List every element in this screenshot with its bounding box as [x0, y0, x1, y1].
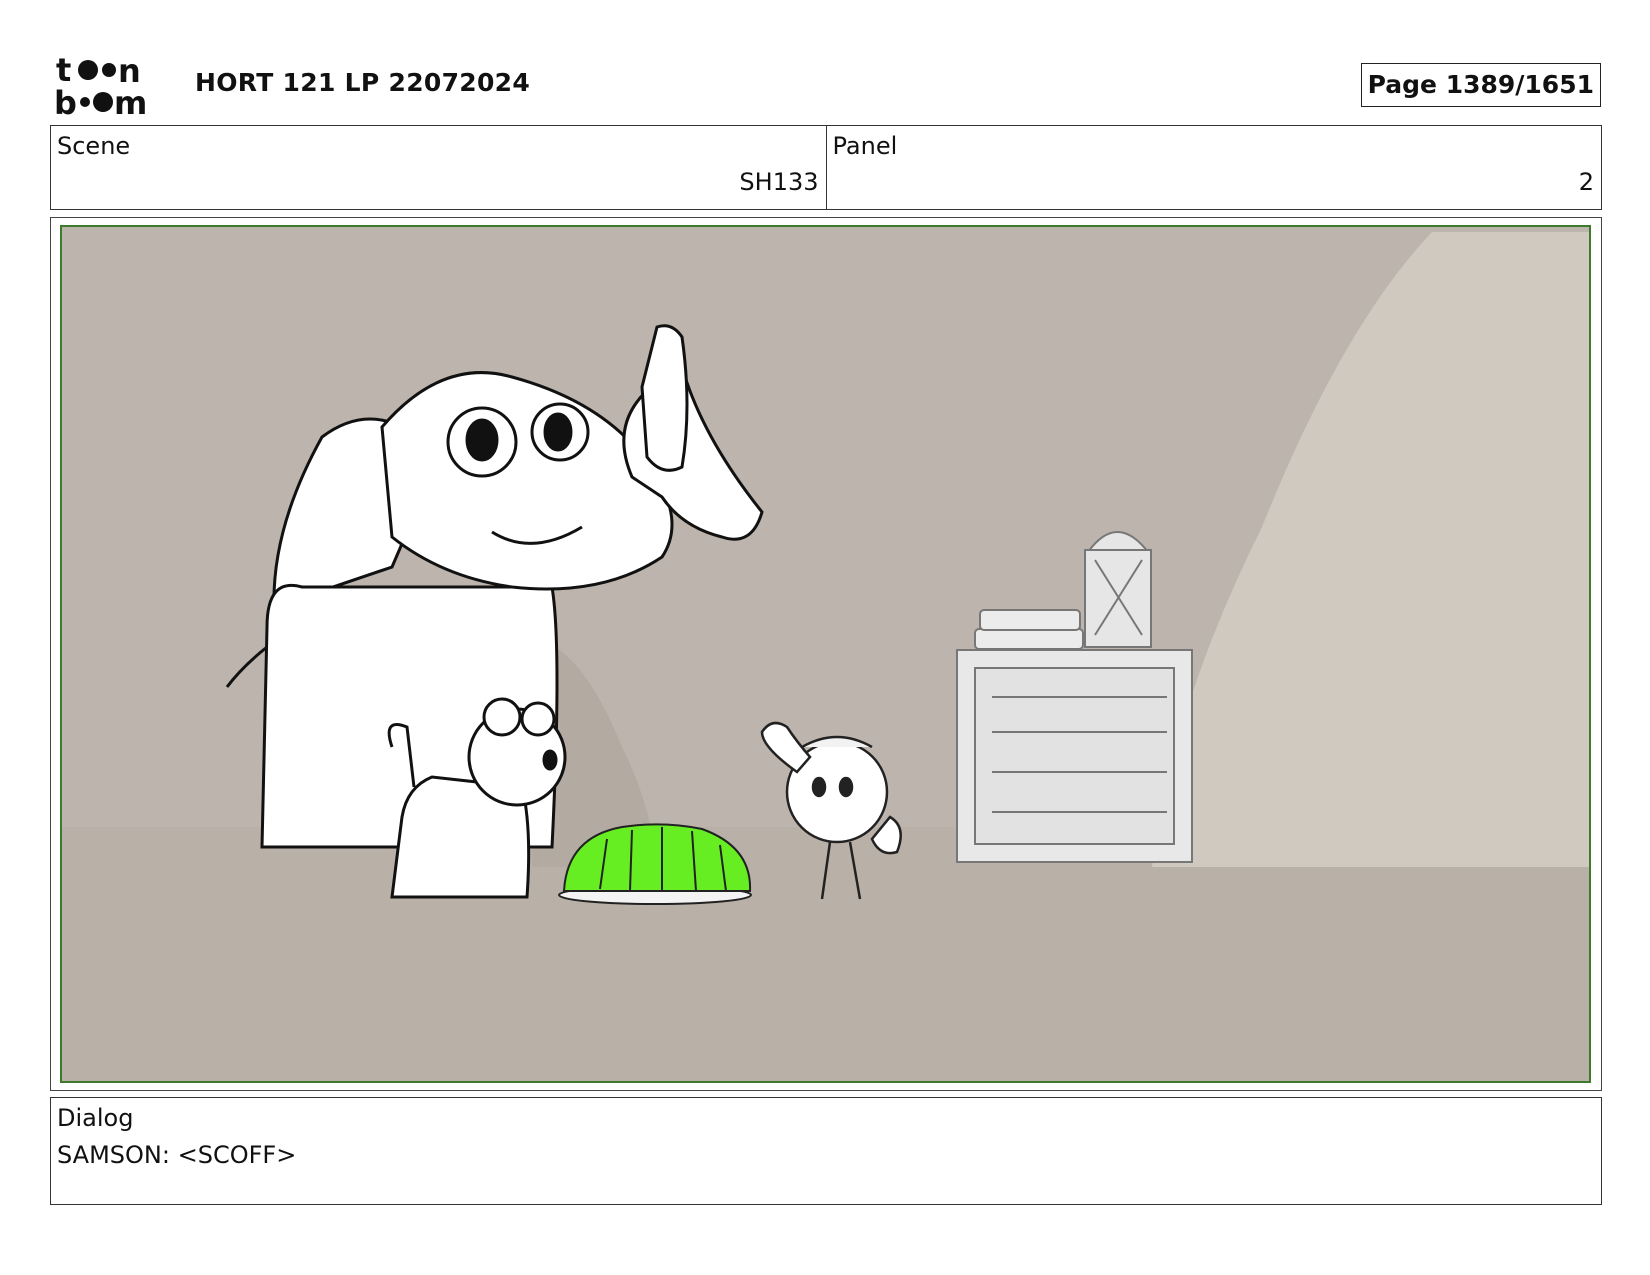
scene-panel-row: Scene SH133 Panel 2	[50, 125, 1602, 210]
dialog-label: Dialog	[57, 1104, 134, 1132]
panel-value: 2	[1578, 168, 1594, 196]
panel-label: Panel	[832, 132, 898, 160]
storyboard-panel	[50, 217, 1602, 1091]
scene-value: SH133	[739, 168, 819, 196]
page-number: Page 1389/1651	[1360, 63, 1601, 107]
svg-text:b: b	[54, 84, 77, 116]
svg-text:m: m	[114, 84, 147, 116]
dialog-box: Dialog SAMSON: <SCOFF>	[50, 1097, 1602, 1205]
scene-cell: Scene SH133	[51, 126, 826, 209]
panel-artwork	[60, 225, 1591, 1083]
scene-label: Scene	[57, 132, 131, 160]
panel-illustration	[62, 227, 1589, 1081]
document-title: HORT 121 LP 22072024	[195, 68, 531, 97]
dialog-text: SAMSON: <SCOFF>	[57, 1141, 297, 1169]
books	[974, 609, 1084, 650]
crate	[956, 649, 1193, 863]
lantern	[1084, 531, 1152, 648]
toon-boom-logo: t n b m	[54, 54, 147, 116]
panel-cell: Panel 2	[825, 126, 1602, 209]
